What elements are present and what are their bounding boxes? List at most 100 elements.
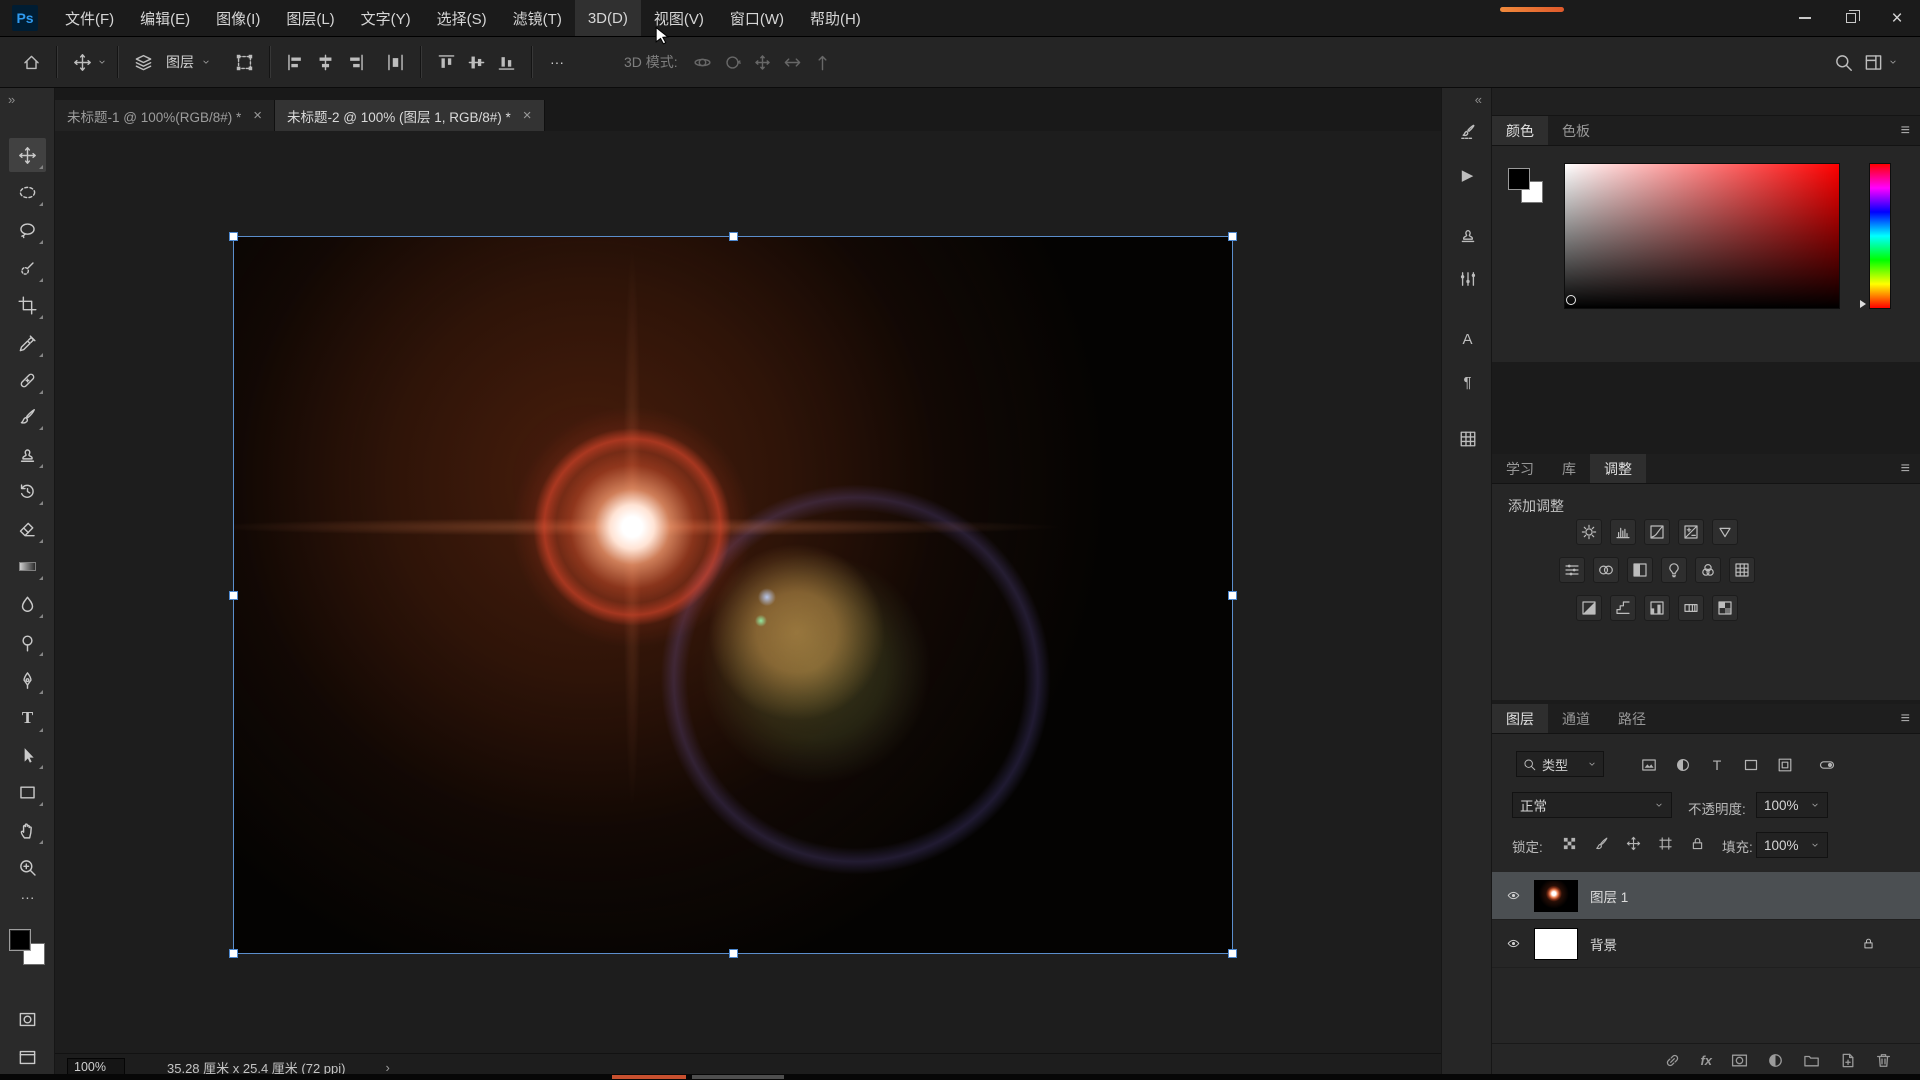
tab-close-icon[interactable]: × bbox=[253, 108, 262, 123]
layer-thumbnail[interactable] bbox=[1534, 928, 1578, 960]
panel-menu-icon[interactable]: ≡ bbox=[1901, 122, 1910, 140]
toolbar-collapse-icon[interactable]: » bbox=[8, 92, 15, 107]
tab-color[interactable]: 颜色 bbox=[1492, 116, 1548, 145]
tab-channels[interactable]: 通道 bbox=[1548, 704, 1604, 733]
align-right-button[interactable] bbox=[340, 46, 370, 78]
type-tool[interactable]: T bbox=[9, 701, 46, 735]
adj-black-white[interactable] bbox=[1627, 557, 1653, 583]
clone-source-panel-button[interactable] bbox=[1452, 220, 1483, 250]
foreground-color-swatch[interactable] bbox=[1508, 168, 1530, 190]
lock-pixels-button[interactable] bbox=[1594, 836, 1611, 852]
transform-handle-top-center[interactable] bbox=[729, 232, 738, 241]
lock-position-button[interactable] bbox=[1626, 836, 1643, 852]
tab-learn[interactable]: 学习 bbox=[1492, 454, 1548, 483]
quick-mask-button[interactable] bbox=[9, 1002, 46, 1036]
lock-transparency-button[interactable] bbox=[1562, 836, 1579, 852]
home-button[interactable] bbox=[16, 46, 46, 78]
search-button[interactable] bbox=[1828, 46, 1858, 78]
adj-color-balance[interactable] bbox=[1593, 557, 1619, 583]
transform-handle-top-right[interactable] bbox=[1228, 232, 1237, 241]
brush-tool[interactable] bbox=[9, 399, 46, 433]
menu-select[interactable]: 选择(S) bbox=[424, 0, 500, 36]
adj-posterize[interactable] bbox=[1610, 595, 1636, 621]
filter-shape-layers-button[interactable] bbox=[1740, 755, 1762, 774]
adj-levels[interactable] bbox=[1610, 519, 1636, 545]
brush-settings-panel-button[interactable] bbox=[1452, 117, 1483, 147]
tab-paths[interactable]: 路径 bbox=[1604, 704, 1660, 733]
crop-tool[interactable] bbox=[9, 288, 46, 322]
actions-panel-button[interactable]: ▶ bbox=[1452, 160, 1483, 190]
fill-dropdown[interactable]: 100% bbox=[1756, 832, 1828, 858]
rectangle-tool[interactable] bbox=[9, 775, 46, 809]
align-top-button[interactable] bbox=[431, 46, 461, 78]
status-options-chevron-icon[interactable]: › bbox=[385, 1060, 389, 1075]
transform-handle-middle-right[interactable] bbox=[1228, 591, 1237, 600]
history-brush-tool[interactable] bbox=[9, 474, 46, 508]
align-left-button[interactable] bbox=[280, 46, 310, 78]
restore-button[interactable] bbox=[1828, 0, 1874, 36]
tab-libraries[interactable]: 库 bbox=[1548, 454, 1590, 483]
hand-tool[interactable] bbox=[9, 813, 46, 847]
transform-handle-top-left[interactable] bbox=[229, 232, 238, 241]
filter-smart-objects-button[interactable] bbox=[1774, 755, 1796, 774]
tab-close-icon[interactable]: × bbox=[523, 108, 532, 123]
saturation-brightness-field[interactable] bbox=[1564, 163, 1840, 309]
dodge-tool[interactable] bbox=[9, 625, 46, 659]
lasso-tool[interactable] bbox=[9, 213, 46, 247]
panel-menu-icon[interactable]: ≡ bbox=[1901, 460, 1910, 478]
tab-swatches[interactable]: 色板 bbox=[1548, 116, 1604, 145]
align-middle-button[interactable] bbox=[461, 46, 491, 78]
layer-row-layer1[interactable]: 图层 1 bbox=[1492, 872, 1920, 920]
filter-adjustment-layers-button[interactable] bbox=[1672, 755, 1694, 774]
tab-adjustments[interactable]: 调整 bbox=[1590, 454, 1646, 483]
transform-handle-bottom-left[interactable] bbox=[229, 949, 238, 958]
adj-threshold[interactable] bbox=[1644, 595, 1670, 621]
blur-tool[interactable] bbox=[9, 587, 46, 621]
blend-mode-dropdown[interactable]: 正常 bbox=[1512, 792, 1672, 818]
show-transform-controls-toggle[interactable] bbox=[229, 46, 259, 78]
move-tool[interactable] bbox=[9, 138, 46, 172]
quick-selection-tool[interactable] bbox=[9, 251, 46, 285]
add-mask-icon[interactable] bbox=[1731, 1052, 1748, 1069]
character-panel-button[interactable]: A bbox=[1452, 324, 1483, 354]
new-adjustment-layer-icon[interactable] bbox=[1767, 1052, 1784, 1069]
panel-menu-icon[interactable]: ≡ bbox=[1901, 710, 1910, 728]
layer-style-fx-icon[interactable]: fx bbox=[1700, 1053, 1712, 1068]
auto-select-toggle[interactable] bbox=[128, 46, 158, 78]
adj-vibrance[interactable] bbox=[1712, 519, 1738, 545]
document-tab-active[interactable]: 未标题-2 @ 100% (图层 1, RGB/8#) * × bbox=[275, 100, 545, 131]
menu-edit[interactable]: 编辑(E) bbox=[127, 0, 203, 36]
link-layers-icon[interactable] bbox=[1664, 1052, 1681, 1069]
adj-exposure[interactable] bbox=[1678, 519, 1704, 545]
align-bottom-button[interactable] bbox=[491, 46, 521, 78]
align-center-button[interactable] bbox=[310, 46, 340, 78]
visibility-toggle[interactable] bbox=[1492, 937, 1534, 950]
filter-type-layers-button[interactable]: T bbox=[1706, 755, 1728, 774]
lock-artboard-button[interactable] bbox=[1658, 836, 1675, 852]
menu-3d[interactable]: 3D(D) bbox=[575, 0, 641, 36]
tool-preset-chevron-icon[interactable] bbox=[97, 57, 107, 67]
adj-photo-filter[interactable] bbox=[1661, 557, 1687, 583]
color-picker-ring[interactable] bbox=[1566, 295, 1576, 305]
clone-stamp-tool[interactable] bbox=[9, 437, 46, 471]
layer-filter-dropdown[interactable]: 类型 bbox=[1516, 751, 1604, 777]
dock-expand-icon[interactable]: « bbox=[1475, 92, 1482, 107]
hue-slider-arrow[interactable] bbox=[1860, 300, 1866, 308]
eraser-tool[interactable] bbox=[9, 512, 46, 546]
delete-layer-icon[interactable] bbox=[1875, 1052, 1892, 1069]
gradient-tool[interactable] bbox=[9, 549, 46, 583]
pen-tool[interactable] bbox=[9, 663, 46, 697]
adj-hue-saturation[interactable] bbox=[1559, 557, 1585, 583]
eyedropper-tool[interactable] bbox=[9, 326, 46, 360]
adj-selective-color[interactable] bbox=[1712, 595, 1738, 621]
layer-thumbnail[interactable] bbox=[1534, 880, 1578, 912]
transform-handle-middle-left[interactable] bbox=[229, 591, 238, 600]
current-tool-button[interactable] bbox=[67, 46, 97, 78]
foreground-color-swatch[interactable] bbox=[9, 929, 31, 951]
adj-gradient-map[interactable] bbox=[1678, 595, 1704, 621]
close-button[interactable]: × bbox=[1874, 0, 1920, 36]
adj-channel-mixer[interactable] bbox=[1695, 557, 1721, 583]
edit-toolbar-button[interactable]: ··· bbox=[9, 885, 46, 909]
workspace-chevron-icon[interactable] bbox=[1888, 57, 1898, 67]
path-selection-tool[interactable] bbox=[9, 738, 46, 772]
